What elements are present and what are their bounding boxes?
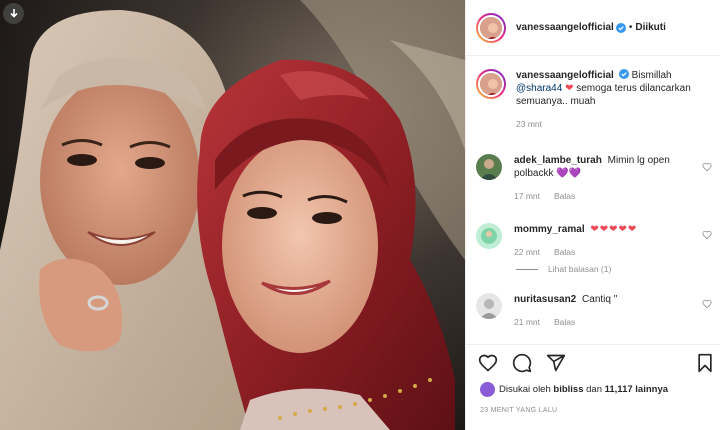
comment-icon[interactable] [512, 353, 532, 373]
follow-status-button[interactable]: Diikuti [635, 22, 666, 33]
verified-badge-icon [618, 69, 629, 79]
likes-prefix: Disukai oleh [499, 384, 551, 395]
post-actions: Disukai oleh bibliss dan 11,117 lainnya … [466, 344, 720, 430]
view-replies-label: Lihat balasan (1) [548, 264, 612, 274]
caption: vanessaangelofficial Bismillah @shara44 … [476, 69, 716, 131]
like-comment-heart-icon[interactable] [702, 299, 712, 309]
download-button[interactable] [3, 3, 24, 24]
replies-line [516, 268, 538, 270]
share-icon[interactable] [546, 353, 566, 373]
caption-time: 23 mnt [516, 119, 542, 129]
likes-middle: dan [586, 384, 602, 395]
heart-icon[interactable] [478, 353, 498, 373]
comment-item: adek_lambe_turah Mimin lg open polbackk … [476, 154, 716, 203]
like-comment-heart-icon[interactable] [702, 230, 712, 240]
post-photo[interactable] [0, 0, 465, 430]
reply-button[interactable]: Balas [554, 246, 575, 259]
likes-count[interactable]: 11,117 lainnya [605, 384, 668, 395]
comment-text: Cantiq " [582, 294, 618, 305]
reply-button[interactable]: Balas [554, 190, 575, 203]
commenter-avatar[interactable] [476, 154, 502, 180]
liker-avatar[interactable] [480, 382, 495, 397]
caption-username[interactable]: vanessaangelofficial [516, 70, 614, 81]
caption-mention[interactable]: @shara44 [516, 83, 562, 94]
separator-dot: • [628, 22, 633, 33]
bookmark-icon[interactable] [696, 353, 714, 373]
comment-time: 21 mnt [514, 317, 540, 327]
selfie-image [0, 0, 465, 430]
author-avatar[interactable] [476, 12, 506, 43]
post-side-panel: vanessaangelofficial • Diikuti vanessaan… [465, 0, 720, 430]
comment-time: 17 mnt [514, 191, 540, 201]
commenter-avatar[interactable] [476, 293, 502, 319]
reply-button[interactable]: Balas [554, 316, 575, 329]
author-username[interactable]: vanessaangelofficial [516, 22, 614, 33]
commenter-username[interactable]: nuritasusan2 [514, 294, 576, 305]
like-comment-heart-icon[interactable] [702, 162, 712, 172]
likes-summary[interactable]: Disukai oleh bibliss dan 11,117 lainnya [480, 382, 668, 397]
commenter-username[interactable]: mommy_ramal [514, 224, 585, 235]
red-heart-emojis: ❤❤❤❤❤ [590, 224, 638, 235]
verified-badge-icon [615, 22, 626, 33]
red-heart-emoji: ❤ [565, 83, 574, 94]
comment-item: nuritasusan2 Cantiq " 21 mnt Balas [476, 293, 716, 329]
post-header: vanessaangelofficial • Diikuti [466, 0, 720, 56]
commenter-avatar[interactable] [476, 223, 502, 249]
caption-author-avatar[interactable] [476, 69, 506, 99]
comment-item: mommy_ramal ❤❤❤❤❤ 22 mnt Balas [476, 223, 716, 259]
purple-heart-emojis: 💜💜 [556, 168, 582, 179]
caption-text-1: Bismillah [631, 70, 672, 81]
first-liker[interactable]: bibliss [553, 384, 583, 395]
download-icon [9, 8, 18, 18]
commenter-username[interactable]: adek_lambe_turah [514, 155, 602, 166]
comment-time: 22 mnt [514, 247, 540, 257]
view-replies-button[interactable]: Lihat balasan (1) [516, 264, 611, 274]
post-timestamp[interactable]: 23 MENIT YANG LALU [480, 407, 557, 414]
comments-list[interactable]: vanessaangelofficial Bismillah @shara44 … [466, 57, 720, 344]
